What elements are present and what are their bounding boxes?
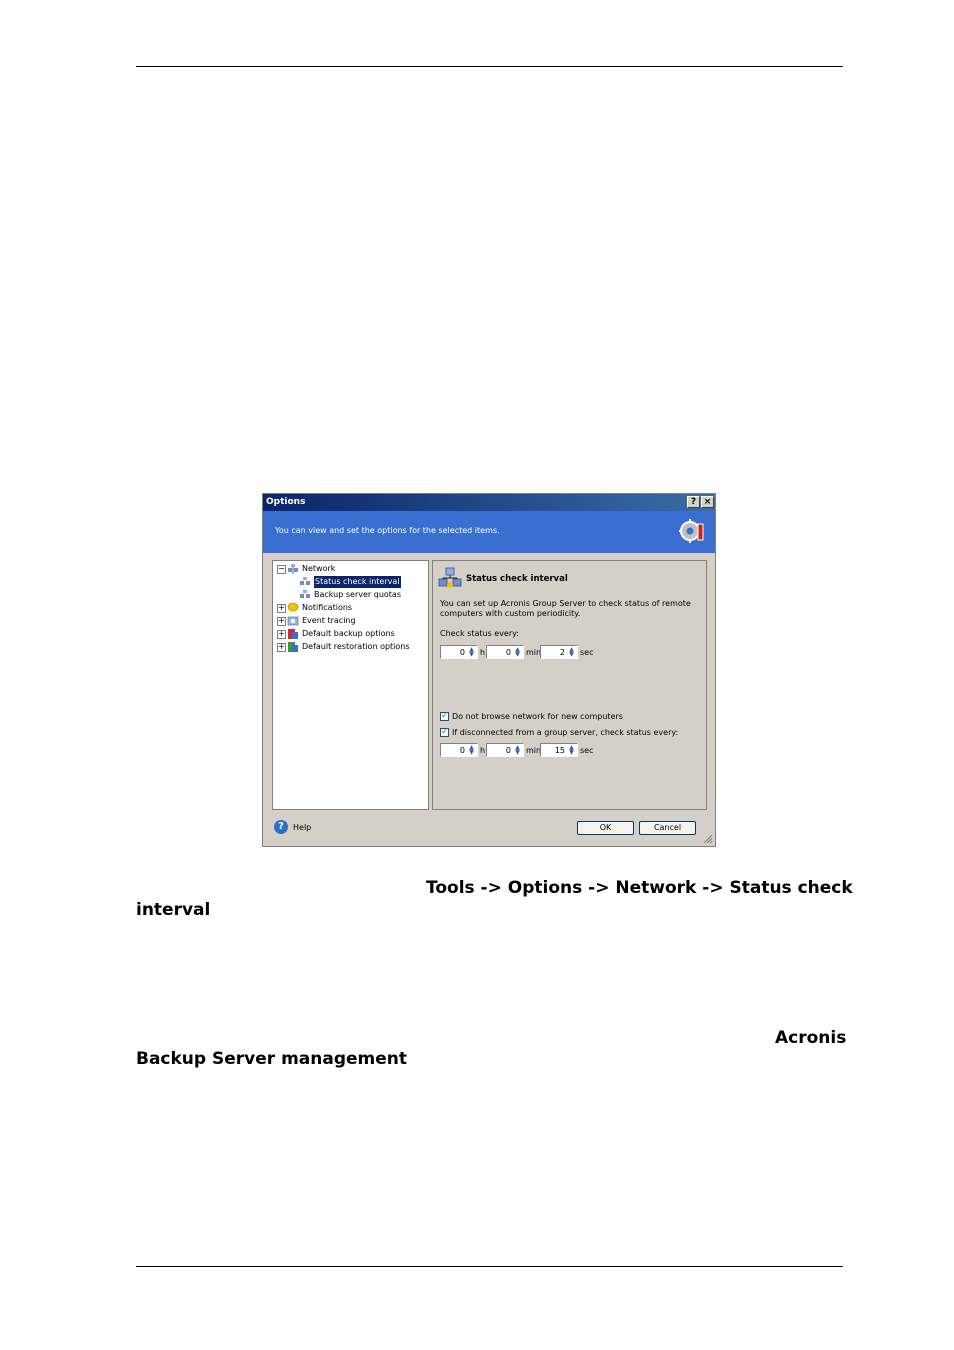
tree-label-backup-server-quotas: Backup server quotas — [314, 590, 401, 599]
collapse-icon[interactable]: − — [277, 565, 286, 574]
disconnected-minutes-spinner[interactable]: 0 ▲ ▼ — [486, 743, 524, 757]
disconnected-seconds-value: 15 — [554, 746, 565, 755]
caption-line-1: Tools -> Options -> Network -> Status ch… — [426, 878, 853, 898]
options-dialog: Options ? × You can view and set the opt… — [262, 493, 716, 847]
backup-options-icon — [288, 629, 298, 639]
disconnected-seconds-spinner[interactable]: 15 ▲ ▼ — [540, 743, 578, 757]
spin-arrows-icon[interactable]: ▲ ▼ — [567, 745, 576, 756]
tree-label-status-check-interval: Status check interval — [313, 575, 402, 589]
tree-label-default-restoration-options: Default restoration options — [302, 642, 410, 651]
disconnected-minutes-unit: min — [526, 746, 542, 755]
expand-icon[interactable]: + — [277, 604, 286, 613]
spin-arrows-icon[interactable]: ▲ ▼ — [467, 745, 476, 756]
panel-description: You can set up Acronis Group Server to c… — [440, 599, 691, 618]
minutes-unit: min — [526, 648, 542, 657]
tree-label-default-backup-options: Default backup options — [302, 629, 395, 638]
help-icon[interactable]: ? — [274, 820, 288, 834]
dialog-titlebar: Options ? × — [263, 494, 715, 511]
check-status-label: Check status every: — [440, 629, 519, 638]
disconnected-hours-value: 0 — [459, 746, 465, 755]
minutes-value: 0 — [505, 648, 511, 657]
footer-rule — [136, 1266, 843, 1267]
caption-line-2: interval — [136, 900, 211, 920]
restoration-options-icon — [288, 642, 298, 652]
options-tree: − Network Status check interval Backup s… — [272, 560, 429, 810]
cancel-button[interactable]: Cancel — [639, 821, 696, 835]
hours-unit: h — [480, 648, 486, 657]
paragraph-line-1: Acronis — [775, 1028, 847, 1048]
network-icon — [288, 564, 298, 574]
event-log-icon — [287, 616, 299, 626]
disconnected-hours-spinner[interactable]: 0 ▲ ▼ — [440, 743, 478, 757]
expand-icon[interactable]: + — [277, 617, 286, 626]
network-icon — [300, 590, 310, 598]
seconds-unit: sec — [580, 648, 594, 657]
do-not-browse-label: Do not browse network for new computers — [452, 712, 623, 721]
notification-bubble-icon — [287, 602, 299, 613]
help-title-button[interactable]: ? — [687, 496, 700, 508]
banner-text: You can view and set the options for the… — [275, 526, 500, 535]
tree-item-default-backup-options[interactable]: + Default backup options — [275, 628, 425, 640]
tree-label-event-tracing: Event tracing — [302, 616, 356, 625]
panel-heading: Status check interval — [466, 574, 568, 584]
disconnected-seconds-unit: sec — [580, 746, 594, 755]
network-icon — [438, 567, 462, 588]
tree-label-network: Network — [302, 564, 336, 573]
seconds-spinner[interactable]: 2 ▲ ▼ — [540, 645, 578, 659]
tree-item-notifications[interactable]: + Notifications — [275, 602, 425, 614]
tree-item-event-tracing[interactable]: + Event tracing — [275, 615, 425, 627]
options-panel: Status check interval You can set up Acr… — [432, 560, 707, 810]
expand-icon[interactable]: + — [277, 643, 286, 652]
disconnected-minutes-value: 0 — [505, 746, 511, 755]
spin-arrows-icon[interactable]: ▲ ▼ — [513, 647, 522, 658]
header-rule — [136, 66, 843, 67]
tree-item-status-check-interval[interactable]: Status check interval — [287, 575, 425, 589]
dialog-banner: You can view and set the options for the… — [263, 511, 715, 553]
tree-item-backup-server-quotas[interactable]: Backup server quotas — [287, 589, 425, 601]
disconnected-hours-unit: h — [480, 746, 486, 755]
if-disconnected-checkbox[interactable]: ✓ — [440, 728, 449, 737]
close-button[interactable]: × — [701, 496, 714, 508]
if-disconnected-label: If disconnected from a group server, che… — [452, 728, 679, 737]
seconds-value: 2 — [559, 648, 565, 657]
expand-icon[interactable]: + — [277, 630, 286, 639]
tree-label-notifications: Notifications — [302, 603, 353, 612]
spin-arrows-icon[interactable]: ▲ ▼ — [513, 745, 522, 756]
options-gear-icon — [679, 519, 704, 543]
spin-arrows-icon[interactable]: ▲ ▼ — [467, 647, 476, 658]
paragraph-line-2: Backup Server management — [136, 1049, 408, 1069]
dialog-title: Options — [266, 497, 306, 507]
ok-button[interactable]: OK — [577, 821, 634, 835]
tree-item-default-restoration-options[interactable]: + Default restoration options — [275, 641, 425, 653]
tree-item-network[interactable]: − Network — [275, 563, 425, 575]
spin-arrows-icon[interactable]: ▲ ▼ — [567, 647, 576, 658]
help-link[interactable]: Help — [293, 823, 311, 832]
resize-grip-icon[interactable] — [703, 834, 713, 844]
minutes-spinner[interactable]: 0 ▲ ▼ — [486, 645, 524, 659]
do-not-browse-checkbox[interactable]: ✓ — [440, 712, 449, 721]
hours-spinner[interactable]: 0 ▲ ▼ — [440, 645, 478, 659]
network-icon — [300, 577, 310, 585]
hours-value: 0 — [459, 648, 465, 657]
